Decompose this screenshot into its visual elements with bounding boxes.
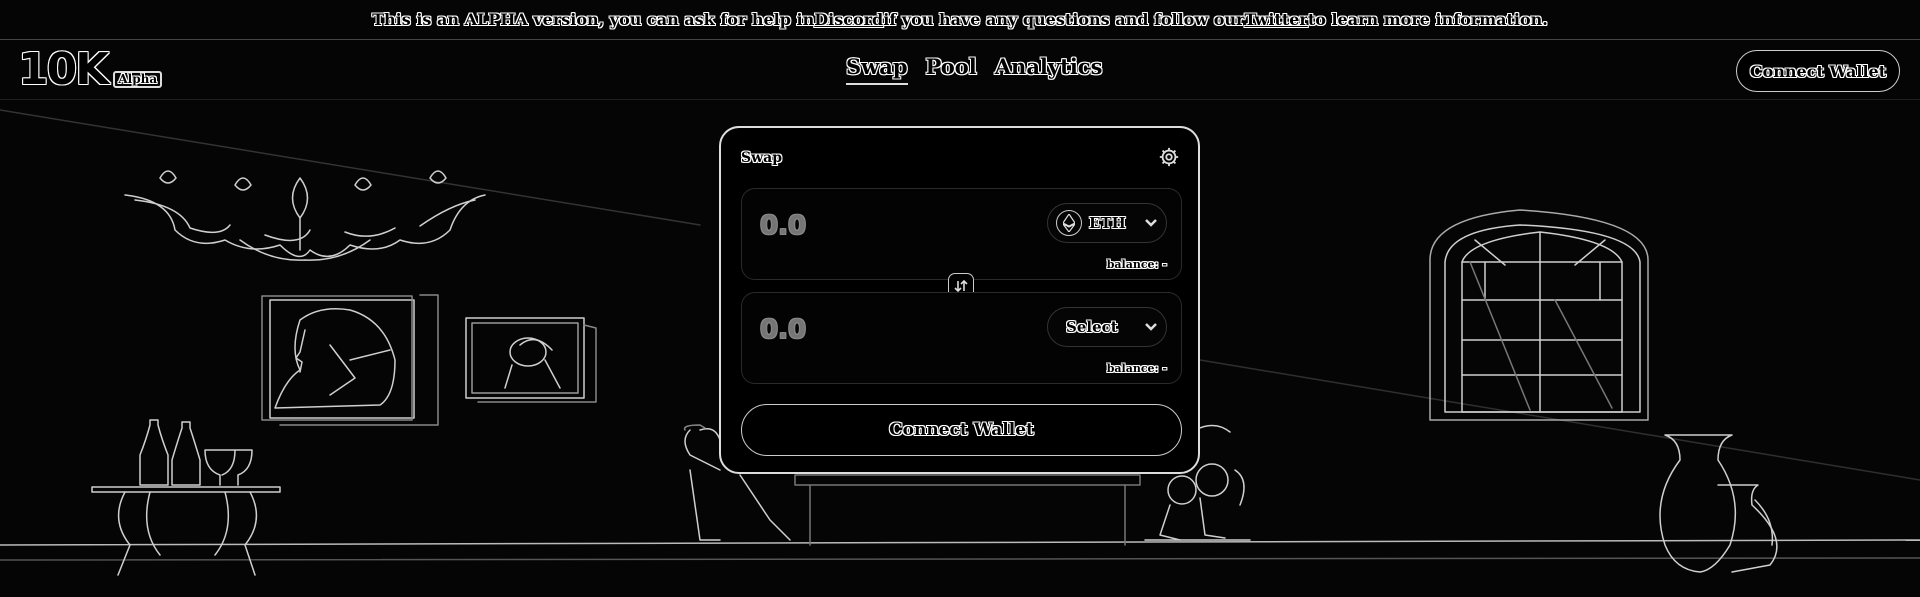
- from-token-select[interactable]: ETH: [1047, 203, 1167, 243]
- chandelier-art: [124, 170, 486, 261]
- logo[interactable]: 10K Alpha: [18, 44, 163, 95]
- to-token-panel: Select balance: -: [741, 292, 1182, 384]
- discord-link[interactable]: Discord: [814, 10, 883, 29]
- swap-arrows-icon: [954, 279, 968, 293]
- from-token-label: ETH: [1089, 214, 1126, 232]
- twitter-link[interactable]: Twitter: [1244, 10, 1307, 29]
- nav-analytics[interactable]: Analytics: [995, 54, 1103, 85]
- to-token-label: Select: [1066, 318, 1118, 336]
- from-balance: balance: -: [1106, 258, 1167, 271]
- alpha-banner: This is an ALPHA version, you can ask fo…: [0, 0, 1920, 40]
- window-art: [1429, 209, 1649, 421]
- vase-art: [1659, 434, 1778, 573]
- banner-text-end: to learn more information.: [1307, 10, 1548, 29]
- connect-wallet-button[interactable]: Connect Wallet: [741, 404, 1182, 456]
- to-token-select[interactable]: Select: [1047, 307, 1167, 347]
- main-nav: Swap Pool Analytics: [846, 54, 1102, 85]
- top-header: 10K Alpha Swap Pool Analytics Connect Wa…: [0, 40, 1920, 100]
- chevron-down-icon: [1145, 323, 1157, 331]
- chevron-down-icon: [1145, 219, 1157, 227]
- banner-text-middle: if you have any questions and follow our: [883, 10, 1245, 29]
- from-token-panel: ETH balance: -: [741, 188, 1182, 280]
- nav-pool[interactable]: Pool: [926, 54, 977, 85]
- ethereum-icon: [1056, 210, 1082, 236]
- alpha-badge: Alpha: [113, 71, 163, 88]
- swap-card: Swap ETH balance: - Select balance: - Co…: [719, 126, 1200, 474]
- connect-wallet-header-button[interactable]: Connect Wallet: [1736, 50, 1900, 92]
- to-amount-input[interactable]: [760, 315, 960, 345]
- swap-card-title: Swap: [741, 150, 783, 166]
- from-amount-input[interactable]: [760, 211, 960, 241]
- side-table-art: [91, 419, 281, 576]
- girl-pearl-art: [465, 317, 597, 403]
- settings-gear-icon[interactable]: [1158, 146, 1180, 168]
- banner-text: This is an ALPHA version, you can ask fo…: [372, 10, 815, 29]
- to-balance: balance: -: [1106, 362, 1167, 375]
- nav-swap[interactable]: Swap: [846, 54, 908, 85]
- portrait-art: [261, 294, 439, 426]
- logo-wordmark: 10K: [18, 44, 109, 95]
